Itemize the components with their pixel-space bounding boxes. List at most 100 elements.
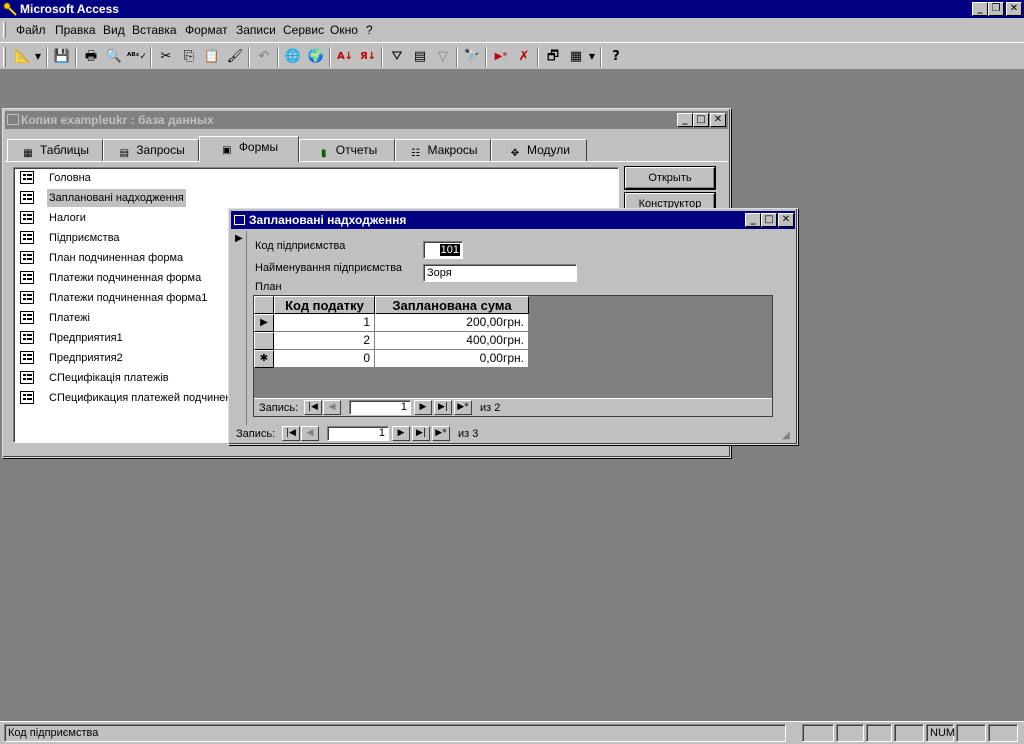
menu-tools[interactable]: Сервис <box>283 23 324 37</box>
filter-by-selection-icon[interactable]: ⛛ <box>386 46 408 68</box>
menu-view[interactable]: Вид <box>103 23 125 37</box>
chevron-down-icon[interactable]: ▼ <box>33 46 43 68</box>
menu-file[interactable]: Файл <box>16 23 46 37</box>
form-minimize-button[interactable]: _ <box>745 213 761 227</box>
row-selector[interactable]: ✱ <box>254 350 274 368</box>
code-field[interactable]: 101 <box>423 241 463 259</box>
resize-grip-icon[interactable]: ◢ <box>782 427 790 445</box>
next-record-button[interactable]: ▶ <box>392 426 410 441</box>
tab-macros[interactable]: ☷ Макросы <box>395 139 491 161</box>
sort-ascending-icon[interactable]: A↓ <box>334 46 356 68</box>
save-icon[interactable]: 💾 <box>51 46 73 68</box>
record-number-field[interactable]: 1 <box>327 426 389 441</box>
find-icon[interactable]: 🔭 <box>461 46 483 68</box>
row-selector[interactable]: ▶ <box>254 314 274 332</box>
form-icon <box>20 311 34 324</box>
table-cell[interactable]: 0 <box>274 350 375 368</box>
plan-label: План <box>255 281 282 293</box>
status-panel <box>802 724 834 742</box>
table-cell[interactable]: 0,00грн. <box>375 350 529 368</box>
tab-queries[interactable]: ▤ Запросы <box>103 139 199 161</box>
new-record-icon[interactable]: ▶* <box>490 46 512 68</box>
record-selector[interactable]: ▶ <box>232 231 247 425</box>
undo-icon[interactable]: ↶ <box>253 46 275 68</box>
first-record-button[interactable]: |◀ <box>304 400 322 415</box>
tab-label: Таблицы <box>39 143 89 157</box>
menu-records[interactable]: Записи <box>236 23 276 37</box>
spelling-icon[interactable]: ᴬᴮᶜ✓ <box>126 46 148 68</box>
design-view-icon[interactable]: 📐 <box>12 46 34 68</box>
list-item-label: Платежи подчиненная форма1 <box>49 292 208 304</box>
paste-icon[interactable]: 📋 <box>201 46 223 68</box>
name-field[interactable]: Зоря <box>423 264 577 282</box>
print-preview-icon[interactable]: 🔍 <box>103 46 125 68</box>
help-icon[interactable]: ? <box>605 46 627 68</box>
table-cell[interactable]: 2 <box>274 332 375 350</box>
menu-window[interactable]: Окно <box>330 23 358 37</box>
num-lock-indicator: NUM <box>926 724 955 742</box>
form-close-button[interactable]: ✕ <box>778 213 794 227</box>
tab-forms[interactable]: ▣ Формы <box>199 136 299 162</box>
form-icon <box>234 215 245 225</box>
previous-record-button[interactable]: ◀ <box>301 426 319 441</box>
new-record-button[interactable]: ▶* <box>432 426 450 441</box>
table-icon: ▦ <box>23 148 33 159</box>
new-record-button[interactable]: ▶* <box>454 400 472 415</box>
menu-edit[interactable]: Правка <box>55 23 96 37</box>
app-title: Microsoft Access <box>20 2 119 16</box>
db-maximize-button[interactable]: □ <box>693 113 709 127</box>
list-item-label: СПецифікація платежів <box>49 372 169 384</box>
grid-corner[interactable] <box>254 296 274 314</box>
new-object-icon[interactable]: ▦ <box>565 46 587 68</box>
form-icon <box>20 211 34 224</box>
toolbar-separator <box>150 47 152 67</box>
list-item-label: Платежи подчиненная форма <box>49 272 202 284</box>
tab-tables[interactable]: ▦ Таблицы <box>7 139 103 161</box>
sort-descending-icon[interactable]: Я↓ <box>357 46 379 68</box>
format-painter-icon[interactable]: 🖌 <box>224 46 246 68</box>
close-button[interactable]: ✕ <box>1006 2 1022 16</box>
db-minimize-button[interactable]: _ <box>677 113 693 127</box>
table-cell[interactable]: 1 <box>274 314 375 332</box>
web-toolbar-icon[interactable]: 🌍 <box>305 46 327 68</box>
insert-hyperlink-icon[interactable]: 🌐 <box>282 46 304 68</box>
list-item-label: СПецификация платежей подчинен <box>49 392 232 404</box>
table-cell[interactable]: 400,00грн. <box>375 332 529 350</box>
new-record-icon: ✱ <box>259 353 269 364</box>
filter-by-form-icon[interactable]: ▤ <box>409 46 431 68</box>
form-window-title: Заплановані надходження <box>249 213 407 227</box>
cut-icon[interactable]: ✂ <box>155 46 177 68</box>
column-header-tax-code[interactable]: Код податку <box>274 296 375 314</box>
delete-record-icon[interactable]: ✗ <box>513 46 535 68</box>
copy-icon[interactable]: ⎘ <box>178 46 200 68</box>
list-item-label: Заплановані надходження <box>47 189 186 207</box>
chevron-down-icon[interactable]: ▼ <box>587 46 597 68</box>
restore-button[interactable]: ❐ <box>988 2 1004 16</box>
form-icon <box>20 391 34 404</box>
form-icon <box>20 351 34 364</box>
toolbar: 📐 ▼ 💾 🖶 🔍 ᴬᴮᶜ✓ ✂ ⎘ 📋 🖌 ↶ 🌐 🌍 A↓ Я↓ ⛛ ▤ ▽… <box>0 42 1024 70</box>
form-maximize-button[interactable]: □ <box>761 213 777 227</box>
tab-modules[interactable]: ✥ Модули <box>491 139 587 161</box>
tab-reports[interactable]: ▮ Отчеты <box>299 139 395 161</box>
database-window-icon[interactable]: 🗗 <box>542 46 564 68</box>
minimize-button[interactable]: _ <box>972 2 988 16</box>
db-close-button[interactable]: ✕ <box>710 113 726 127</box>
menu-insert[interactable]: Вставка <box>132 23 177 37</box>
menu-grip <box>3 22 6 38</box>
first-record-button[interactable]: |◀ <box>282 426 300 441</box>
last-record-button[interactable]: ▶| <box>412 426 430 441</box>
apply-filter-icon[interactable]: ▽ <box>432 46 454 68</box>
table-cell[interactable]: 200,00грн. <box>375 314 529 332</box>
record-number-field[interactable]: 1 <box>349 400 411 415</box>
previous-record-button[interactable]: ◀ <box>323 400 341 415</box>
row-selector[interactable] <box>254 332 274 350</box>
menu-format[interactable]: Формат <box>185 23 228 37</box>
print-icon[interactable]: 🖶 <box>80 46 102 68</box>
column-header-planned-sum[interactable]: Запланована сума <box>375 296 529 314</box>
next-record-button[interactable]: ▶ <box>414 400 432 415</box>
menu-help[interactable]: ? <box>366 23 373 37</box>
last-record-button[interactable]: ▶| <box>434 400 452 415</box>
code-label: Код підприємства <box>255 240 346 252</box>
open-button[interactable]: Открыть <box>625 167 715 189</box>
